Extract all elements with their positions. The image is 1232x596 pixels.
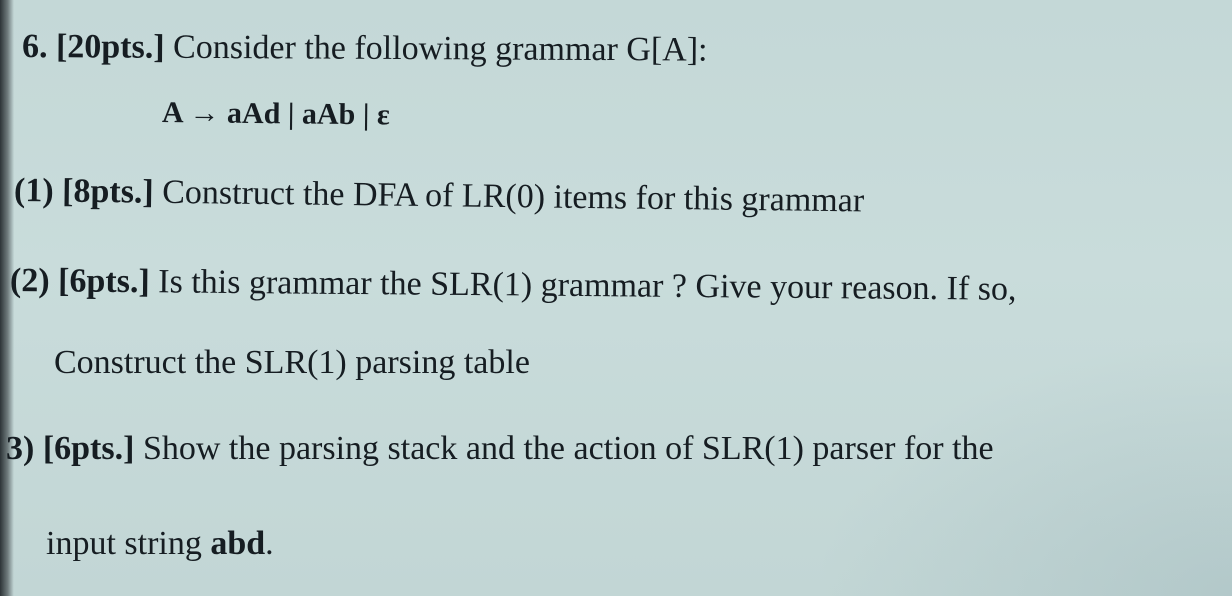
part-2-continuation: Construct the SLR(1) parsing table <box>54 344 530 381</box>
question-number-points: 6. [20pts.] <box>21 28 165 66</box>
part-2-points: (2) [6pts.] <box>9 262 150 301</box>
grammar-arrow: → <box>189 96 220 130</box>
question-title: 6. [20pts.] Consider the following gramm… <box>22 27 708 71</box>
part-1-points: (1) [8pts.] <box>13 172 154 211</box>
part-1-text: Construct the DFA of LR(0) items for thi… <box>153 173 865 220</box>
part-3: 3) [6pts.] Show the parsing stack and th… <box>6 429 994 469</box>
part-3-text: Show the parsing stack and the action of… <box>134 430 994 467</box>
question-intro: Consider the following grammar G[A]: <box>164 28 708 69</box>
part-2: (2) [6pts.] Is this grammar the SLR(1) g… <box>10 261 1017 310</box>
part-1: (1) [8pts.] Construct the DFA of LR(0) i… <box>14 171 865 221</box>
grammar-rhs: aAd | aAb | ε <box>226 96 390 132</box>
part-3-continuation: input string abd. <box>46 524 274 564</box>
grammar-production: A → aAd | aAb | ε <box>162 93 390 135</box>
part-3-points: 3) [6pts.] <box>6 430 135 467</box>
grammar-lhs: A <box>161 96 183 130</box>
part-2-text: Is this grammar the SLR(1) grammar ? Giv… <box>149 263 1017 308</box>
input-string: abd <box>210 525 266 562</box>
part-3-continuation-prefix: input string <box>46 525 211 562</box>
part-3-continuation-suffix: . <box>265 525 274 562</box>
